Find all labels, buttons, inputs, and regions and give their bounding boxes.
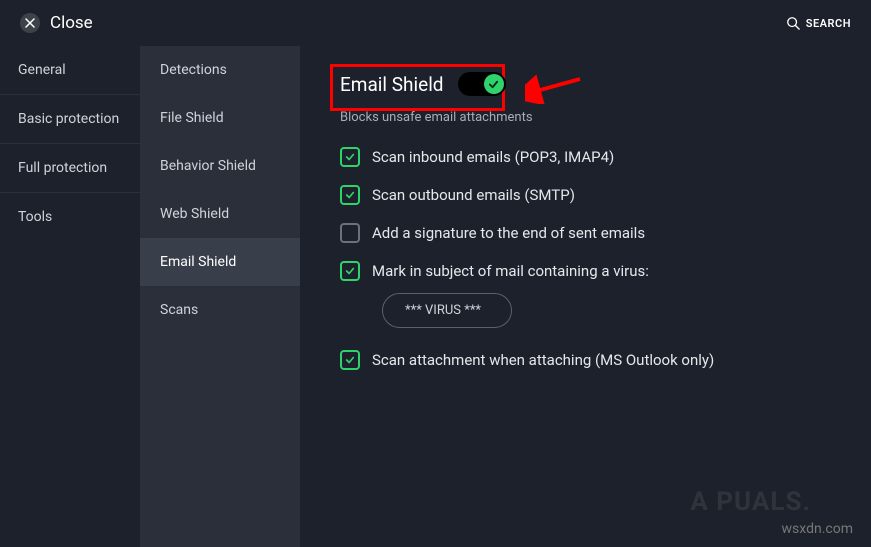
search-icon bbox=[786, 16, 800, 30]
content: General Basic protection Full protection… bbox=[0, 46, 871, 547]
option-label: Scan inbound emails (POP3, IMAP4) bbox=[372, 148, 614, 166]
main-panel: Email Shield Blocks unsafe email attachm… bbox=[300, 46, 871, 547]
option-label: Scan attachment when attaching (MS Outlo… bbox=[372, 351, 714, 369]
checkbox-scan-inbound[interactable] bbox=[340, 147, 360, 167]
option-mark-subject: Mark in subject of mail containing a vir… bbox=[340, 261, 841, 281]
close-label: Close bbox=[50, 13, 93, 33]
checkbox-scan-outbound[interactable] bbox=[340, 185, 360, 205]
check-icon bbox=[345, 266, 355, 276]
shield-title-row: Email Shield bbox=[330, 66, 841, 102]
sidebar-item-full-protection[interactable]: Full protection bbox=[0, 144, 140, 193]
option-label: Scan outbound emails (SMTP) bbox=[372, 186, 575, 204]
sidebar-secondary: Detections File Shield Behavior Shield W… bbox=[140, 46, 300, 547]
checkbox-mark-subject[interactable] bbox=[340, 261, 360, 281]
sidebar-item-basic-protection[interactable]: Basic protection bbox=[0, 95, 140, 144]
sidebar-item-email-shield[interactable]: Email Shield bbox=[140, 238, 300, 286]
sidebar-primary: General Basic protection Full protection… bbox=[0, 46, 140, 547]
option-label: Mark in subject of mail containing a vir… bbox=[372, 262, 649, 280]
email-shield-toggle[interactable] bbox=[458, 72, 506, 96]
sidebar-item-file-shield[interactable]: File Shield bbox=[140, 94, 300, 142]
search-label: SEARCH bbox=[806, 17, 851, 30]
shield-description: Blocks unsafe email attachments bbox=[340, 110, 841, 125]
close-icon bbox=[20, 13, 40, 33]
option-scan-outbound: Scan outbound emails (SMTP) bbox=[340, 185, 841, 205]
search-button[interactable]: SEARCH bbox=[786, 16, 851, 30]
sidebar-item-web-shield[interactable]: Web Shield bbox=[140, 190, 300, 238]
sidebar-item-scans[interactable]: Scans bbox=[140, 286, 300, 334]
virus-subject-field-wrapper: *** VIRUS *** bbox=[382, 293, 841, 328]
close-button[interactable]: Close bbox=[20, 13, 93, 33]
check-icon bbox=[345, 152, 355, 162]
option-label: Add a signature to the end of sent email… bbox=[372, 224, 645, 242]
option-scan-attachment: Scan attachment when attaching (MS Outlo… bbox=[340, 350, 841, 370]
sidebar-item-general[interactable]: General bbox=[0, 46, 140, 95]
option-scan-inbound: Scan inbound emails (POP3, IMAP4) bbox=[340, 147, 841, 167]
option-add-signature: Add a signature to the end of sent email… bbox=[340, 223, 841, 243]
check-icon bbox=[345, 190, 355, 200]
page-title: Email Shield bbox=[340, 73, 444, 96]
sidebar-item-behavior-shield[interactable]: Behavior Shield bbox=[140, 142, 300, 190]
check-icon bbox=[345, 355, 355, 365]
check-icon bbox=[488, 79, 499, 90]
header: Close SEARCH bbox=[0, 0, 871, 46]
sidebar-item-detections[interactable]: Detections bbox=[140, 46, 300, 94]
virus-subject-input[interactable]: *** VIRUS *** bbox=[382, 293, 512, 328]
toggle-thumb bbox=[484, 74, 504, 94]
sidebar-item-tools[interactable]: Tools bbox=[0, 193, 140, 241]
checkbox-add-signature[interactable] bbox=[340, 223, 360, 243]
checkbox-scan-attachment[interactable] bbox=[340, 350, 360, 370]
